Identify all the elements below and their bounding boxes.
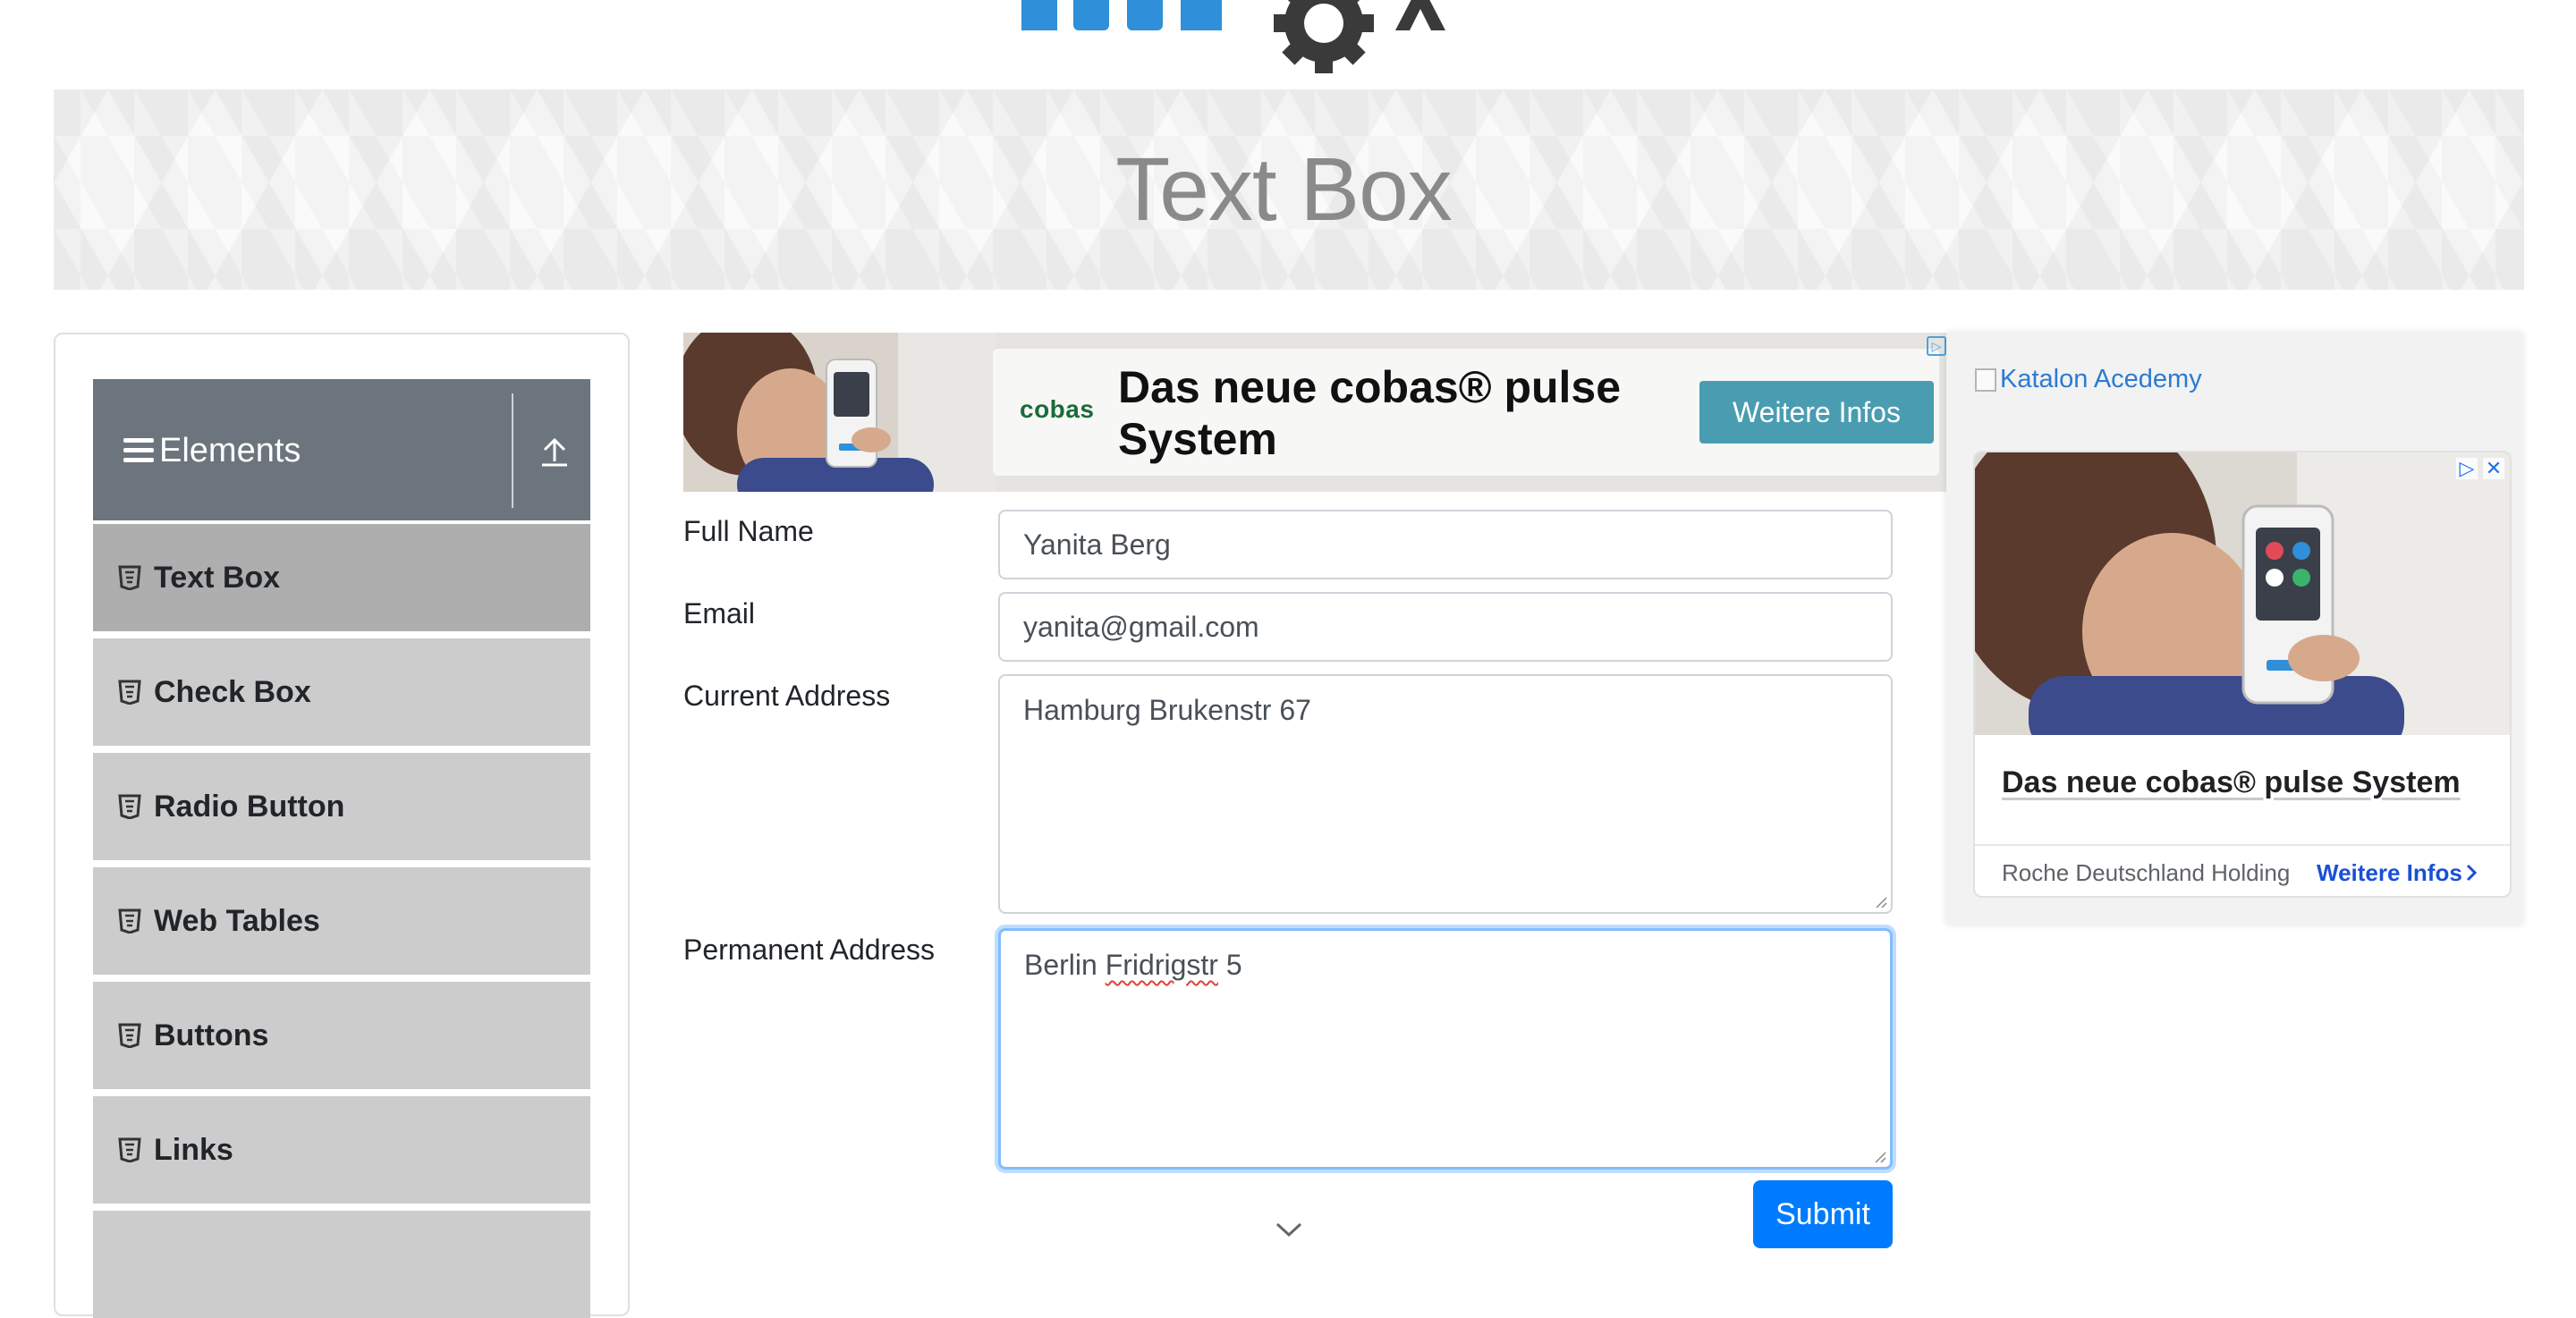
resize-handle-icon[interactable] <box>1873 894 1887 908</box>
adchoices-icon[interactable]: ▷ <box>1927 336 1946 356</box>
sidebar-item-label: Web Tables <box>154 903 320 938</box>
html5-icon <box>118 908 141 934</box>
sidebar-item-radio-button[interactable]: Radio Button <box>93 749 590 860</box>
permanent-address-textarea[interactable]: Berlin Fridrigstr 5 <box>998 928 1893 1170</box>
ad-divider <box>1975 844 2510 846</box>
close-icon[interactable]: ✕ <box>2483 458 2504 479</box>
sidebar-item-label: Check Box <box>154 674 311 709</box>
full-name-label: Full Name <box>683 515 814 547</box>
ad-cta-button[interactable]: Weitere Infos <box>1699 381 1934 444</box>
sidebar-group-title: Elements <box>159 431 301 469</box>
permanent-address-label: Permanent Address <box>683 934 936 966</box>
permanent-address-value: Berlin Fridrigstr 5 <box>1024 949 1242 981</box>
toolsqa-logo-icon <box>1021 0 1445 73</box>
current-address-textarea[interactable]: Hamburg Brukenstr 67 <box>998 674 1893 914</box>
site-logo[interactable] <box>1020 0 1592 73</box>
ad-advertiser: Roche Deutschland Holding <box>2002 859 2291 886</box>
sidebar-item-label: Links <box>154 1132 233 1167</box>
ad-title[interactable]: Das neue cobas® pulse System <box>2002 765 2461 800</box>
resize-handle-icon[interactable] <box>1872 1149 1886 1163</box>
html5-icon <box>118 1023 141 1048</box>
ad-more-link[interactable]: Weitere Infos <box>2317 859 2462 887</box>
sidebar-group-elements[interactable]: Elements <box>93 379 590 522</box>
email-value: yanita@gmail.com <box>1023 610 1259 643</box>
sidebar-item-text-box[interactable]: Text Box <box>93 520 590 631</box>
broken-image-icon <box>1975 368 1996 392</box>
katalon-alt-text: Katalon Acedemy <box>2000 365 2202 393</box>
sidebar-item-label: Radio Button <box>154 789 345 824</box>
sidebar-item-next[interactable] <box>93 1207 590 1318</box>
katalon-ad-image[interactable]: Katalon Acedemy <box>1975 365 2202 394</box>
email-input[interactable]: yanita@gmail.com <box>998 592 1893 662</box>
chevron-down-icon[interactable] <box>1274 1220 1304 1239</box>
sidebar-item-label: Text Box <box>154 560 281 595</box>
ad-card[interactable]: ▷ ✕ Das neue cobas® pulse System Roche D… <box>1973 451 2512 898</box>
full-name-input[interactable]: Yanita Berg <box>998 510 1893 579</box>
sidebar-item-check-box[interactable]: Check Box <box>93 635 590 746</box>
right-side-ad[interactable]: Katalon Acedemy ▷ ✕ Das neue cobas® puls… <box>1946 333 2522 925</box>
ad-controls: ▷ ✕ <box>2456 458 2504 479</box>
current-address-label: Current Address <box>683 680 891 712</box>
sidebar-item-buttons[interactable]: Buttons <box>93 978 590 1089</box>
html5-icon <box>118 680 141 705</box>
submit-button[interactable]: Submit <box>1753 1180 1893 1248</box>
top-banner-ad[interactable]: cobas Das neue cobas® pulse System Weite… <box>683 333 1946 492</box>
ad-photo-image <box>683 333 996 492</box>
menu-icon <box>123 438 154 463</box>
ad-card: cobas Das neue cobas® pulse System Weite… <box>993 349 1939 476</box>
sidebar-item-label: Buttons <box>154 1018 269 1052</box>
ad-headline: Das neue cobas® pulse System <box>1118 362 1622 464</box>
full-name-value: Yanita Berg <box>1023 528 1171 561</box>
misspelled-word: Fridrigstr <box>1105 949 1218 981</box>
html5-icon <box>118 565 141 590</box>
current-address-value: Hamburg Brukenstr 67 <box>1023 694 1311 726</box>
page-title: Text Box <box>1115 139 1452 240</box>
sidebar: Elements Text Box Check Box Radio Button… <box>54 333 630 1318</box>
collapse-up-icon[interactable] <box>537 435 572 470</box>
sidebar-item-links[interactable]: Links <box>93 1093 590 1204</box>
cobas-logo: cobas <box>1020 395 1095 423</box>
html5-icon <box>118 794 141 819</box>
page-header-banner: Text Box <box>54 89 2524 290</box>
chevron-right-icon[interactable] <box>2463 862 2479 883</box>
email-label: Email <box>683 597 756 629</box>
header-divider <box>512 393 513 508</box>
html5-icon <box>118 1137 141 1162</box>
ad-photo-image <box>1975 452 2510 735</box>
adchoices-icon[interactable]: ▷ <box>2456 458 2478 479</box>
sidebar-item-web-tables[interactable]: Web Tables <box>93 864 590 975</box>
